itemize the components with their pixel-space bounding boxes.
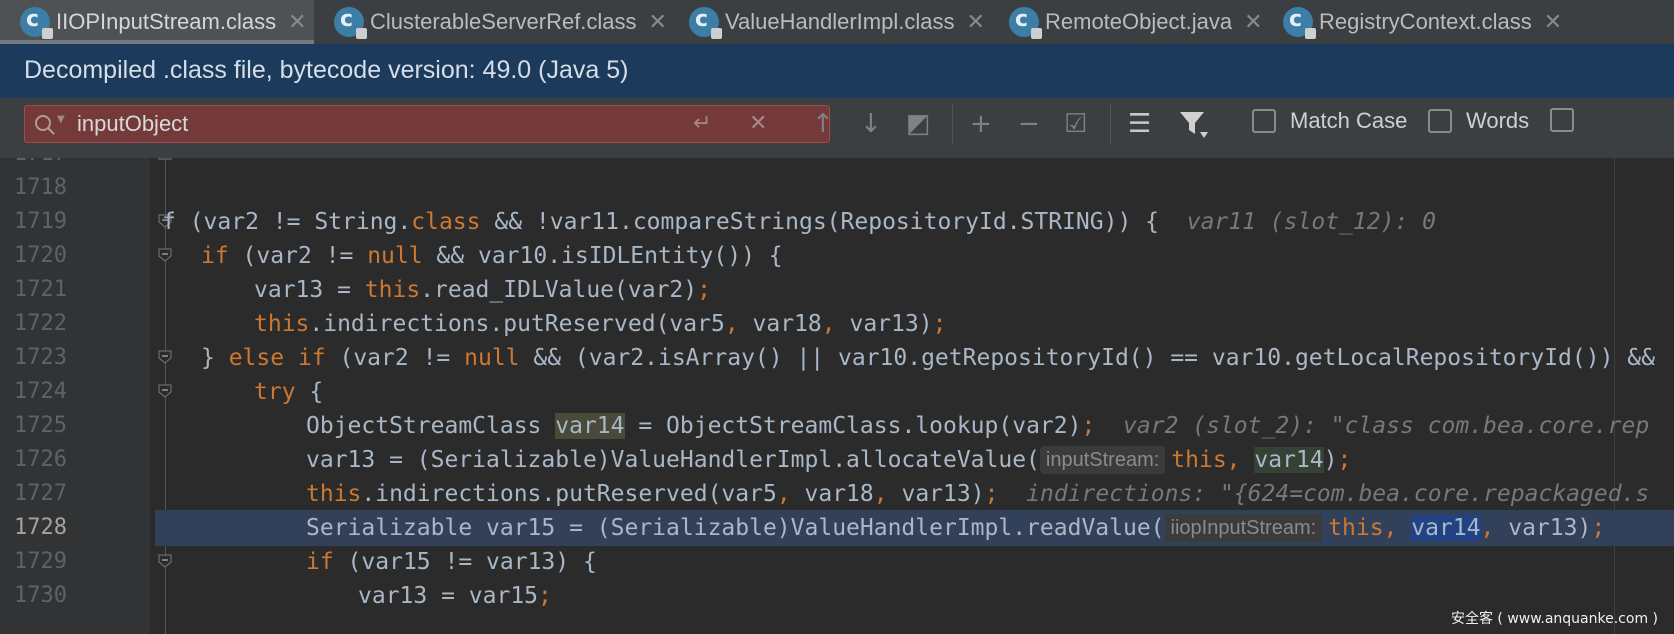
tab-label: RegistryContext.class — [1319, 9, 1532, 34]
arrow-down-icon[interactable]: ↓ — [860, 109, 882, 139]
words-label: Words — [1466, 108, 1530, 133]
line-number: 1727 — [14, 481, 67, 506]
tab-valuehandlerimpl[interactable]: ValueHandlerImpl.class ✕ — [669, 0, 989, 44]
close-icon[interactable]: ✕ — [966, 10, 984, 35]
code-text: f (var2 != String.class && !var11.compar… — [162, 209, 1436, 235]
line-number: 1721 — [14, 277, 67, 302]
line-number: 1730 — [14, 583, 67, 608]
line-number: 1725 — [14, 413, 67, 438]
fold-marker-icon[interactable] — [157, 349, 173, 365]
class-file-icon — [1283, 7, 1316, 39]
code-text: try { — [254, 379, 324, 405]
line-number: 1723 — [14, 345, 67, 370]
search-input[interactable] — [77, 109, 717, 139]
code-line[interactable]: 1718 — [0, 170, 1674, 206]
class-file-icon — [689, 7, 722, 39]
regex-checkbox[interactable] — [1550, 108, 1574, 132]
code-text: if (var2 != null && var10.isIDLEntity())… — [201, 243, 783, 269]
class-file-icon — [334, 7, 367, 39]
fold-marker-icon[interactable] — [157, 553, 173, 569]
code-line[interactable]: 1725 ObjectStreamClass var14 = ObjectStr… — [0, 408, 1674, 444]
tab-label: RemoteObject.java — [1045, 9, 1233, 34]
code-line[interactable]: 1722 this.indirections.putReserved(var5,… — [0, 306, 1674, 342]
match-case-option[interactable]: Match Case — [1252, 108, 1407, 134]
search-box[interactable]: ▼ ↵ ✕ — [24, 105, 830, 143]
parameter-hint: iiopInputStream: — [1164, 514, 1323, 542]
regex-option[interactable] — [1550, 108, 1588, 132]
code-text: var13 = (Serializable)ValueHandlerImpl.a… — [306, 446, 1352, 474]
line-number: 1726 — [14, 447, 67, 472]
add-occurrence-icon[interactable]: + — [970, 109, 992, 139]
filter-search-results-icon[interactable]: ☰ — [1128, 109, 1151, 139]
code-line[interactable]: 1726 var13 = (Serializable)ValueHandlerI… — [0, 442, 1674, 478]
code-text: var13 = this.read_IDLValue(var2); — [254, 277, 711, 303]
words-option[interactable]: Words — [1428, 108, 1529, 134]
line-number: 1729 — [14, 549, 67, 574]
line-number: 1728 — [14, 515, 67, 540]
decompiled-banner: Decompiled .class file, bytecode version… — [0, 44, 1674, 98]
fold-marker-icon[interactable] — [157, 383, 173, 399]
code-text: var13 = var15; — [358, 583, 552, 609]
arrow-up-icon[interactable]: ↑ — [812, 109, 834, 139]
select-all-occurrences-icon[interactable]: ◩ — [906, 109, 931, 139]
code-line[interactable]: 1727 this.indirections.putReserved(var5,… — [0, 476, 1674, 512]
tab-label: ValueHandlerImpl.class — [725, 9, 955, 34]
tab-remoteobject[interactable]: RemoteObject.java ✕ — [989, 0, 1263, 44]
class-file-icon — [1009, 7, 1042, 39]
inline-debug-value: var11 (slot_12): 0 — [1186, 209, 1436, 235]
watermark: 安全客 ( www.anquanke.com ) — [1450, 611, 1658, 627]
line-number: 1718 — [14, 175, 67, 200]
code-editor[interactable]: 1717 1718 1719 f (var2 != String.class &… — [0, 158, 1674, 634]
code-line[interactable]: 1721 var13 = this.read_IDLValue(var2); — [0, 272, 1674, 308]
search-history-dropdown-icon[interactable]: ▼ — [57, 114, 65, 125]
code-line[interactable]: 1729 if (var15 != var13) { — [0, 544, 1674, 580]
code-line[interactable]: 1724 try { — [0, 374, 1674, 410]
code-text: this.indirections.putReserved(var5, var1… — [254, 311, 947, 337]
toolbar-separator — [952, 104, 953, 144]
toggle-occurrence-icon[interactable]: ☑ — [1064, 109, 1087, 139]
inline-debug-value: indirections: "{624=com.bea.core.repacka… — [1026, 481, 1650, 507]
words-checkbox[interactable] — [1428, 109, 1452, 133]
editor-tab-bar: IIOPInputStream.class ✕ ClusterableServe… — [0, 0, 1674, 44]
code-text: this.indirections.putReserved(var5, var1… — [306, 481, 1650, 507]
line-number: 1720 — [14, 243, 67, 268]
close-icon[interactable]: ✕ — [1544, 10, 1562, 35]
code-line[interactable]: 1723 } else if (var2 != null && (var2.is… — [0, 340, 1674, 376]
remove-occurrence-icon[interactable]: − — [1018, 109, 1040, 139]
match-case-label: Match Case — [1290, 108, 1408, 133]
close-icon[interactable]: ✕ — [288, 10, 306, 35]
fold-marker-icon[interactable] — [157, 158, 173, 161]
filter-icon[interactable] — [1178, 108, 1210, 140]
code-line[interactable]: 1719 f (var2 != String.class && !var11.c… — [0, 204, 1674, 240]
code-line[interactable]: 1730 var13 = var15; — [0, 578, 1674, 614]
tab-label: ClusterableServerRef.class — [370, 9, 637, 34]
search-icon[interactable] — [33, 112, 57, 138]
newline-icon[interactable]: ↵ — [693, 111, 711, 136]
find-bar: ▼ ↵ ✕ ↑ ↓ ◩ + − ☑ ☰ Match Case Words — [0, 98, 1674, 159]
code-text: ObjectStreamClass var14 = ObjectStreamCl… — [306, 413, 1650, 439]
toolbar-separator — [1110, 104, 1111, 144]
code-text: if (var15 != var13) { — [306, 549, 597, 575]
code-line[interactable]: 1720 if (var2 != null && var10.isIDLEnti… — [0, 238, 1674, 274]
tab-registrycontext[interactable]: RegistryContext.class ✕ — [1263, 0, 1674, 44]
close-icon[interactable]: ✕ — [649, 10, 667, 35]
code-text: Serializable var15 = (Serializable)Value… — [306, 514, 1606, 542]
parameter-hint: inputStream: — [1039, 446, 1166, 474]
tab-clusterableserverref[interactable]: ClusterableServerRef.class ✕ — [314, 0, 669, 44]
code-line-current[interactable]: 1728 Serializable var15 = (Serializable)… — [0, 510, 1674, 546]
class-file-icon — [20, 7, 53, 39]
line-number: 1719 — [14, 209, 67, 234]
inline-debug-value: var2 (slot_2): "class com.bea.core.rep — [1123, 413, 1650, 439]
line-number: 1724 — [14, 379, 67, 404]
close-icon[interactable]: ✕ — [1244, 10, 1262, 35]
tab-label: IIOPInputStream.class — [56, 9, 277, 34]
match-case-checkbox[interactable] — [1252, 109, 1276, 133]
code-text: } else if (var2 != null && (var2.isArray… — [201, 345, 1655, 371]
fold-marker-icon[interactable] — [157, 247, 173, 263]
tab-iiopinputstream[interactable]: IIOPInputStream.class ✕ — [0, 0, 314, 44]
line-number: 1722 — [14, 311, 67, 336]
clear-icon[interactable]: ✕ — [749, 111, 767, 136]
